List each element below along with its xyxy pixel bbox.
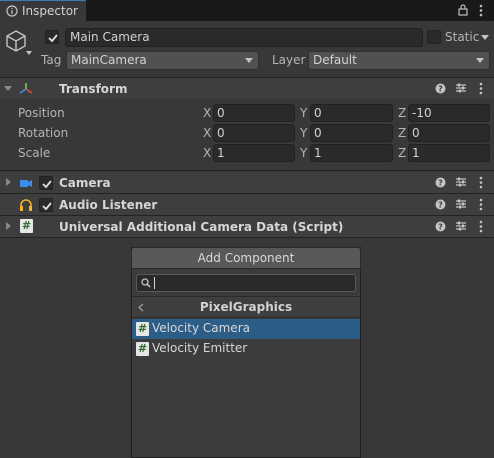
active-checkbox[interactable] bbox=[45, 30, 59, 44]
context-menu-icon[interactable] bbox=[478, 82, 484, 95]
transform-row-rotation: Rotation X 0 Y 0 Z 0 bbox=[0, 123, 494, 143]
category-header[interactable]: PixelGraphics bbox=[132, 296, 360, 318]
scale-y-field[interactable]: 1 bbox=[310, 144, 393, 162]
axis-x-label[interactable]: X bbox=[203, 106, 211, 120]
transform-title: Transform bbox=[59, 82, 128, 96]
svg-text:?: ? bbox=[438, 223, 443, 232]
chevron-down-icon bbox=[476, 58, 484, 63]
position-x-field[interactable]: 0 bbox=[213, 104, 295, 122]
help-icon[interactable]: ? bbox=[435, 221, 446, 232]
script-icon: # bbox=[20, 219, 33, 233]
transform-row-position: Position X 0 Y 0 Z -10 bbox=[0, 103, 494, 123]
transform-row-scale: Scale X 1 Y 1 Z 1 bbox=[0, 143, 494, 163]
help-icon[interactable]: ? bbox=[435, 177, 446, 188]
text-cursor bbox=[154, 277, 155, 289]
static-label: Static bbox=[445, 30, 480, 44]
chevron-down-icon bbox=[245, 58, 253, 63]
info-icon bbox=[6, 5, 18, 17]
presets-sliders-icon[interactable] bbox=[455, 198, 467, 210]
axis-x-label[interactable]: X bbox=[203, 126, 211, 140]
transform-header[interactable]: Transform ? bbox=[0, 78, 494, 99]
axis-x-label[interactable]: X bbox=[203, 146, 211, 160]
add-component-button[interactable]: Add Component bbox=[131, 247, 361, 269]
axis-y-label[interactable]: Y bbox=[300, 126, 307, 140]
item-label: Velocity Emitter bbox=[152, 341, 248, 355]
position-z-field[interactable]: -10 bbox=[408, 104, 490, 122]
rotation-z-field[interactable]: 0 bbox=[408, 124, 490, 142]
axis-z-label[interactable]: Z bbox=[398, 126, 406, 140]
search-icon bbox=[141, 278, 151, 288]
axis-z-label[interactable]: Z bbox=[398, 106, 406, 120]
svg-text:?: ? bbox=[438, 85, 443, 94]
camera-title: Camera bbox=[59, 176, 111, 190]
context-menu-icon[interactable] bbox=[478, 176, 484, 189]
headphones-icon bbox=[20, 199, 32, 211]
camera-icon bbox=[20, 180, 32, 187]
list-item-velocity-camera[interactable]: # Velocity Camera bbox=[132, 319, 360, 339]
row-label: Scale bbox=[18, 146, 51, 160]
help-icon[interactable]: ? bbox=[435, 83, 446, 94]
script-icon: # bbox=[136, 322, 149, 336]
camera-header[interactable]: Camera ? bbox=[0, 172, 494, 193]
presets-sliders-icon[interactable] bbox=[455, 82, 467, 94]
list-item-velocity-emitter[interactable]: # Velocity Emitter bbox=[132, 339, 360, 359]
context-menu-icon[interactable] bbox=[478, 198, 484, 211]
tab-menu-icon[interactable] bbox=[478, 4, 484, 17]
transform-axes-icon bbox=[19, 83, 33, 94]
category-title: PixelGraphics bbox=[199, 300, 293, 314]
camera-data-script-header[interactable]: # Universal Additional Camera Data (Scri… bbox=[0, 216, 494, 237]
row-label: Rotation bbox=[18, 126, 69, 140]
scale-z-field[interactable]: 1 bbox=[408, 144, 490, 162]
rotation-y-field[interactable]: 0 bbox=[310, 124, 393, 142]
presets-sliders-icon[interactable] bbox=[455, 176, 467, 188]
camera-enabled-checkbox[interactable] bbox=[39, 176, 53, 190]
tab-inspector[interactable]: Inspector bbox=[0, 0, 86, 21]
axis-y-label[interactable]: Y bbox=[300, 106, 307, 120]
context-menu-icon[interactable] bbox=[478, 220, 484, 233]
gameobject-cube-icon[interactable] bbox=[4, 28, 32, 56]
layer-dropdown[interactable]: Default bbox=[308, 51, 490, 70]
position-y-field[interactable]: 0 bbox=[310, 104, 393, 122]
static-checkbox[interactable] bbox=[427, 30, 441, 44]
audio-listener-header[interactable]: Audio Listener ? bbox=[0, 194, 494, 215]
item-label: Velocity Camera bbox=[152, 321, 250, 335]
presets-sliders-icon[interactable] bbox=[455, 220, 467, 232]
audio-listener-enabled-checkbox[interactable] bbox=[39, 198, 53, 212]
lock-icon[interactable] bbox=[458, 4, 468, 16]
tag-value: MainCamera bbox=[71, 53, 147, 67]
camera-data-script-title: Universal Additional Camera Data (Script… bbox=[59, 220, 344, 234]
axis-y-label[interactable]: Y bbox=[300, 146, 307, 160]
scale-x-field[interactable]: 1 bbox=[213, 144, 295, 162]
foldout-collapsed-icon[interactable] bbox=[6, 178, 11, 186]
help-icon[interactable]: ? bbox=[435, 199, 446, 210]
tag-dropdown[interactable]: MainCamera bbox=[66, 51, 259, 70]
rotation-x-field[interactable]: 0 bbox=[213, 124, 295, 142]
add-component-popup: PixelGraphics # Velocity Camera # Veloci… bbox=[131, 247, 361, 458]
foldout-expanded-icon[interactable] bbox=[4, 86, 12, 91]
divider bbox=[0, 170, 494, 171]
layer-value: Default bbox=[313, 53, 357, 67]
tab-label: Inspector bbox=[22, 4, 78, 18]
object-name-input[interactable]: Main Camera bbox=[65, 28, 423, 47]
component-search-input[interactable] bbox=[136, 274, 356, 292]
foldout-collapsed-icon[interactable] bbox=[6, 222, 11, 230]
svg-text:?: ? bbox=[438, 179, 443, 188]
static-dropdown-icon[interactable] bbox=[481, 35, 489, 41]
axis-z-label[interactable]: Z bbox=[398, 146, 406, 160]
row-label: Position bbox=[18, 106, 65, 120]
layer-label: Layer bbox=[272, 53, 306, 67]
audio-listener-title: Audio Listener bbox=[59, 198, 158, 212]
divider bbox=[0, 237, 494, 238]
svg-text:?: ? bbox=[438, 201, 443, 210]
tag-label: Tag bbox=[41, 53, 62, 67]
script-icon: # bbox=[136, 342, 149, 356]
